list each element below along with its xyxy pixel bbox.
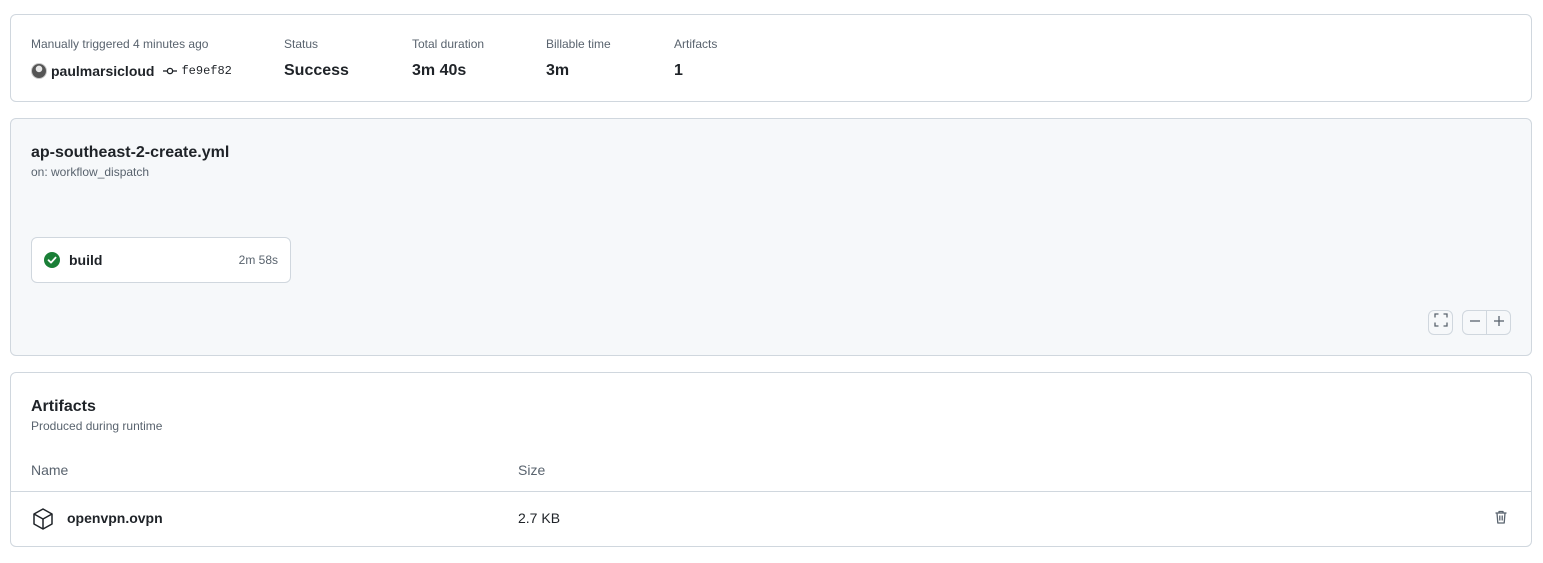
plus-icon [1493,314,1505,332]
actor-row: paulmarsicloud fe9ef82 [31,62,232,80]
fullscreen-button[interactable] [1428,310,1453,335]
artifacts-subtitle: Produced during runtime [31,419,163,433]
artifacts-count-label: Artifacts [674,37,718,51]
job-name: build [69,252,103,268]
status-block: Status Success [284,37,349,81]
avatar[interactable] [31,63,47,79]
artifact-name-link[interactable]: openvpn.ovpn [67,509,163,527]
duration-block: Total duration 3m 40s [412,37,484,81]
workflow-graph: ap-southeast-2-create.yml on: workflow_d… [10,118,1532,356]
run-summary: Manually triggered 4 minutes ago paulmar… [10,14,1532,102]
trash-icon[interactable] [1493,509,1509,525]
zoom-in-button[interactable] [1486,310,1511,335]
trigger-info: Manually triggered 4 minutes ago paulmar… [31,37,232,80]
trigger-label: Manually triggered 4 minutes ago [31,37,209,51]
artifacts-panel: Artifacts Produced during runtime Name S… [10,372,1532,547]
artifacts-title: Artifacts [31,398,96,415]
artifacts-count-block: Artifacts 1 [674,37,717,81]
column-header-name: Name [31,462,69,478]
package-icon [31,507,55,531]
minus-icon [1469,314,1481,332]
status-label: Status [284,37,319,51]
artifacts-count-value[interactable]: 1 [674,61,717,81]
billable-value: 3m [546,62,570,79]
zoom-out-button[interactable] [1462,310,1487,335]
status-value: Success [284,62,349,79]
duration-label: Total duration [412,37,485,51]
job-build[interactable]: build 2m 58s [31,237,291,283]
workflow-file-name: ap-southeast-2-create.yml [31,144,230,161]
artifact-size: 2.7 KB [518,510,561,526]
billable-block: Billable time 3m [546,37,611,81]
git-commit-icon [163,64,178,78]
commit-sha-link[interactable]: fe9ef82 [181,64,231,78]
column-header-size: Size [518,462,546,478]
fullscreen-icon [1433,313,1448,332]
duration-value: 3m 40s [412,62,467,79]
table-row: openvpn.ovpn 2.7 KB [11,491,1531,548]
billable-label: Billable time [546,37,611,51]
job-duration: 2m 58s [238,253,278,267]
actor-link[interactable]: paulmarsicloud [51,63,154,79]
workflow-trigger: on: workflow_dispatch [31,165,150,179]
check-circle-icon [44,252,60,268]
